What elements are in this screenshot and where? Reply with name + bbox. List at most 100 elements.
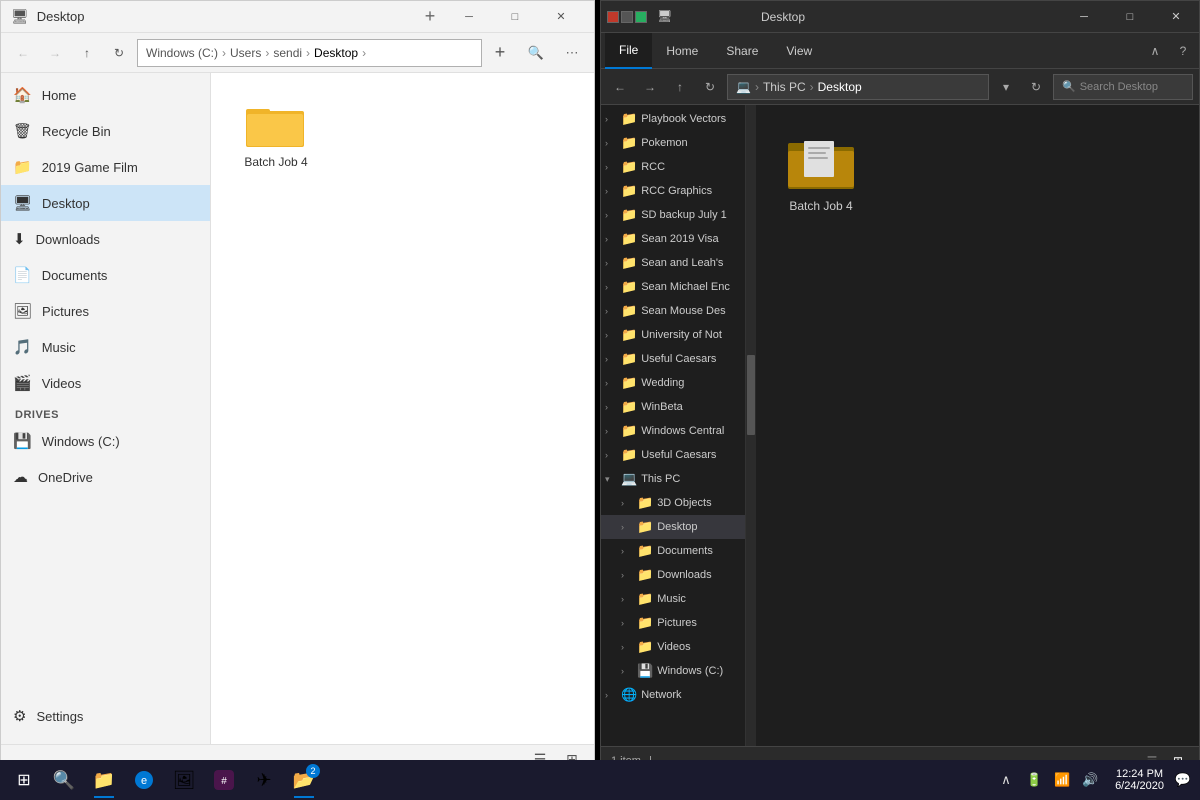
color-boxes <box>601 11 653 23</box>
right-refresh-button[interactable]: ↻ <box>697 74 723 100</box>
nav-windows-c[interactable]: 💾 Windows (C:) <box>1 423 210 459</box>
new-tab-button[interactable]: + <box>414 1 446 33</box>
maximize-button[interactable]: □ <box>492 1 538 33</box>
tree-windows-c[interactable]: › 💾 Windows (C:) <box>601 659 745 683</box>
taskbar-file-explorer-2[interactable]: 📂 2 <box>284 760 324 800</box>
nav-pictures[interactable]: 🖼 Pictures <box>1 293 210 329</box>
path-part-2: Users <box>230 46 261 60</box>
tree-music[interactable]: › 📁 Music <box>601 587 745 611</box>
desktop-icon: 🖥 <box>13 194 32 212</box>
nav-videos[interactable]: 🎬 Videos <box>1 365 210 401</box>
taskbar-clock[interactable]: 12:24 PM 6/24/2020 <box>1109 768 1170 792</box>
tree-sean-mouse[interactable]: › 📁 Sean Mouse Des <box>601 299 745 323</box>
taskbar-badge: 2 <box>306 764 320 778</box>
tree-pokemon[interactable]: › 📁 Pokemon <box>601 131 745 155</box>
tree-network[interactable]: › 🌐 Network <box>601 683 745 707</box>
taskbar-slack[interactable]: # <box>204 760 244 800</box>
close-button[interactable]: ✕ <box>538 1 584 33</box>
nav-documents[interactable]: 📄 Documents <box>1 257 210 293</box>
notification-center-button[interactable]: 💬 <box>1170 760 1196 800</box>
nav-windows-c-label: Windows (C:) <box>42 434 120 449</box>
forward-button[interactable]: → <box>41 39 69 67</box>
taskbar-edge[interactable]: e <box>124 760 164 800</box>
ribbon-tab-view[interactable]: View <box>772 33 826 69</box>
more-options-button[interactable]: ⋯ <box>558 39 586 67</box>
tree-wedding[interactable]: › 📁 Wedding <box>601 371 745 395</box>
taskbar-file-explorer[interactable]: 📁 <box>84 760 124 800</box>
volume-icon[interactable]: 🔊 <box>1077 760 1103 800</box>
right-address-bar: ← → ↑ ↻ 💻 › This PC › Desktop ▾ ↻ 🔍 Sear… <box>601 69 1199 105</box>
taskbar-search[interactable]: 🔍 <box>44 760 84 800</box>
taskbar-photos[interactable]: 🖼 <box>164 760 204 800</box>
right-close-button[interactable]: ✕ <box>1153 1 1199 33</box>
nav-music[interactable]: 🎵 Music <box>1 329 210 365</box>
tree-3d-objects[interactable]: › 📁 3D Objects <box>601 491 745 515</box>
folder-batch-job-4[interactable]: Batch Job 4 <box>231 93 321 177</box>
nav-desktop[interactable]: 🖥 Desktop <box>1 185 210 221</box>
right-explorer: 🖥 Desktop ─ □ ✕ File Home Share View ∧ ?… <box>600 0 1200 775</box>
taskbar-telegram[interactable]: ✈ <box>244 760 284 800</box>
network-icon[interactable]: 📶 <box>1049 760 1075 800</box>
ribbon-tab-file[interactable]: File <box>605 33 652 69</box>
tree-videos[interactable]: › 📁 Videos <box>601 635 745 659</box>
refresh-button[interactable]: ↻ <box>105 39 133 67</box>
tree-sd-backup[interactable]: › 📁 SD backup July 1 <box>601 203 745 227</box>
nav-recycle-bin[interactable]: 🗑 Recycle Bin <box>1 113 210 149</box>
chevron-up-icon[interactable]: ∧ <box>993 760 1019 800</box>
tree-useful-caesars-2[interactable]: › 📁 Useful Caesars <box>601 443 745 467</box>
address-path[interactable]: Windows (C:) › Users › sendi › Desktop › <box>137 39 482 67</box>
game-film-icon: 📁 <box>13 158 32 176</box>
back-button[interactable]: ← <box>9 39 37 67</box>
nav-settings[interactable]: ⚙ Settings <box>1 698 210 734</box>
color-box-red <box>607 11 619 23</box>
onedrive-icon: ☁ <box>13 468 28 486</box>
path-current: Desktop <box>314 46 358 60</box>
color-box-green <box>635 11 647 23</box>
battery-icon[interactable]: 🔋 <box>1021 760 1047 800</box>
tree-useful-caesars-1[interactable]: › 📁 Useful Caesars <box>601 347 745 371</box>
start-button[interactable]: ⊞ <box>4 760 44 800</box>
dark-folder-batch-job-4[interactable]: Batch Job 4 <box>776 125 866 221</box>
minimize-button[interactable]: ─ <box>446 1 492 33</box>
left-address-bar: ← → ↑ ↻ Windows (C:) › Users › sendi › D… <box>1 33 594 73</box>
right-forward-button[interactable]: → <box>637 74 663 100</box>
right-minimize-button[interactable]: ─ <box>1061 1 1107 33</box>
tree-sean-2019[interactable]: › 📁 Sean 2019 Visa <box>601 227 745 251</box>
tree-sean-michael[interactable]: › 📁 Sean Michael Enc <box>601 275 745 299</box>
tree-windows-central[interactable]: › 📁 Windows Central <box>601 419 745 443</box>
right-back-button[interactable]: ← <box>607 74 633 100</box>
ribbon-collapse-button[interactable]: ∧ <box>1143 39 1167 63</box>
color-box-gray <box>621 11 633 23</box>
ribbon-tab-home[interactable]: Home <box>652 33 712 69</box>
tree-sean-leah[interactable]: › 📁 Sean and Leah's <box>601 251 745 275</box>
nav-onedrive[interactable]: ☁ OneDrive <box>1 459 210 495</box>
clock-time: 12:24 PM <box>1116 768 1163 780</box>
add-location-button[interactable]: + <box>486 39 514 67</box>
right-search-box[interactable]: 🔍 Search Desktop <box>1053 74 1193 100</box>
tree-winbeta[interactable]: › 📁 WinBeta <box>601 395 745 419</box>
ribbon-tab-share[interactable]: Share <box>712 33 772 69</box>
ribbon-right-buttons: ∧ ? <box>1143 39 1195 63</box>
tree-university[interactable]: › 📁 University of Not <box>601 323 745 347</box>
nav-downloads[interactable]: ⬇ Downloads <box>1 221 210 257</box>
right-path-refresh[interactable]: ↻ <box>1023 74 1049 100</box>
right-maximize-button[interactable]: □ <box>1107 1 1153 33</box>
right-address-path[interactable]: 💻 › This PC › Desktop <box>727 74 989 100</box>
tree-playbook-vectors[interactable]: › 📁 Playbook Vectors <box>601 107 745 131</box>
tree-rcc[interactable]: › 📁 RCC <box>601 155 745 179</box>
search-icon[interactable]: 🔍 <box>518 39 554 67</box>
tree-desktop[interactable]: › 📁 Desktop <box>601 515 745 539</box>
up-button[interactable]: ↑ <box>73 39 101 67</box>
tree-this-pc[interactable]: ▾ 💻 This PC <box>601 467 745 491</box>
nav-recycle-bin-label: Recycle Bin <box>42 124 111 139</box>
nav-home[interactable]: 🏠 Home <box>1 77 210 113</box>
ribbon-help-button[interactable]: ? <box>1171 39 1195 63</box>
tree-downloads[interactable]: › 📁 Downloads <box>601 563 745 587</box>
tree-pictures[interactable]: › 📁 Pictures <box>601 611 745 635</box>
right-path-dropdown[interactable]: ▾ <box>993 74 1019 100</box>
tree-scrollbar[interactable] <box>746 105 756 746</box>
tree-rcc-graphics[interactable]: › 📁 RCC Graphics <box>601 179 745 203</box>
right-up-button[interactable]: ↑ <box>667 74 693 100</box>
tree-documents[interactable]: › 📁 Documents <box>601 539 745 563</box>
nav-game-film[interactable]: 📁 2019 Game Film <box>1 149 210 185</box>
